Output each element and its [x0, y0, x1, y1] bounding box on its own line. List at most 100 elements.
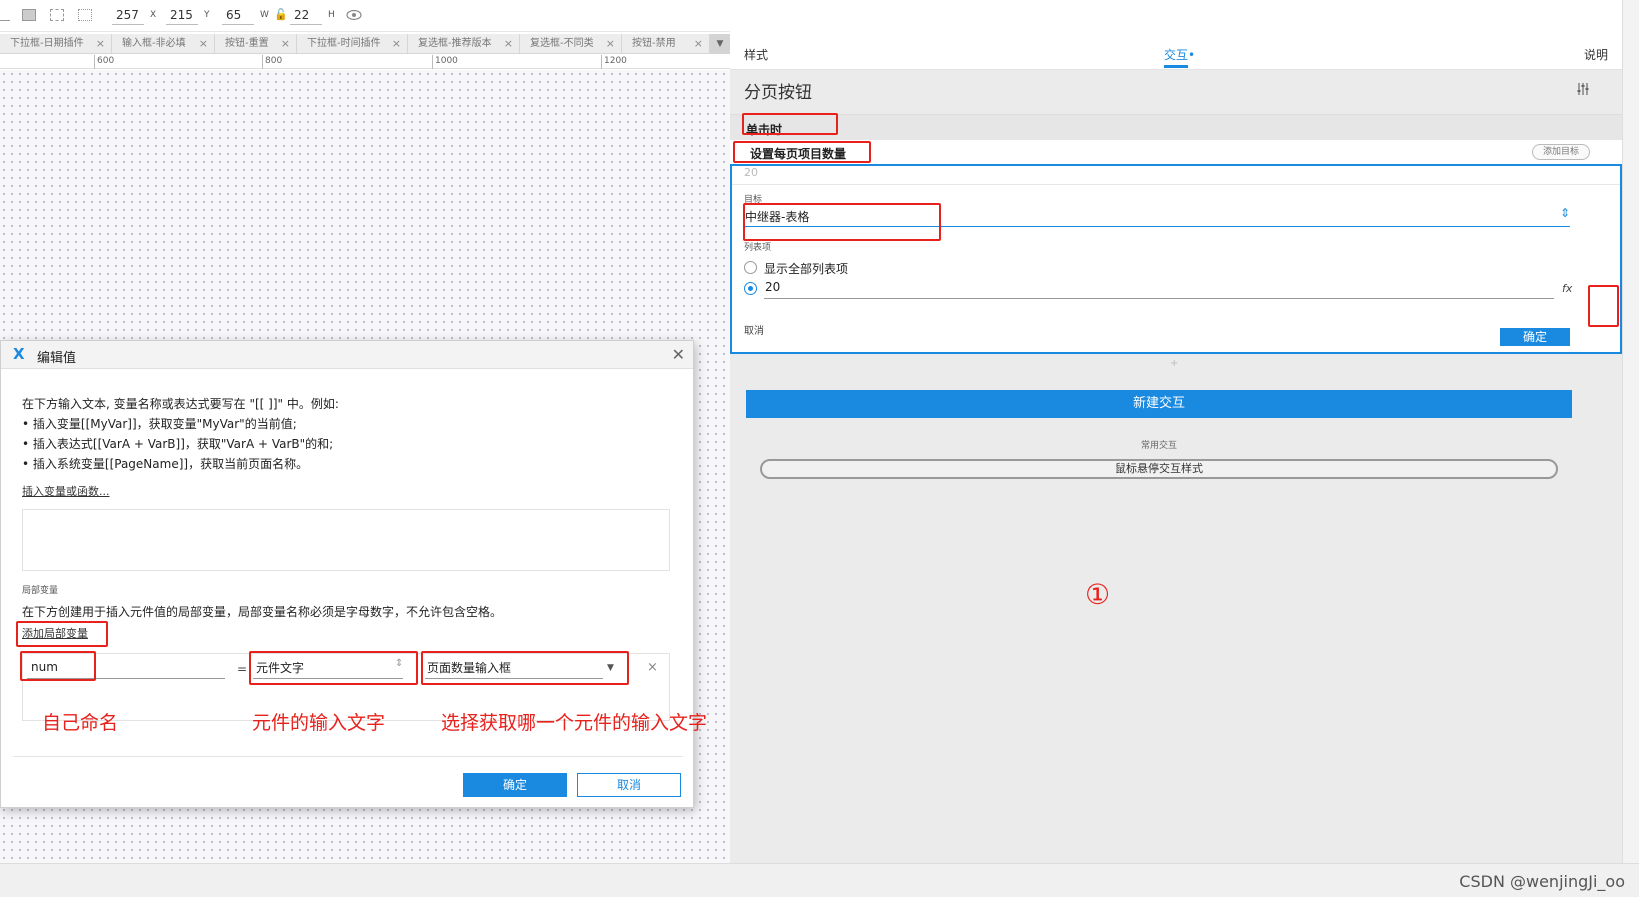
- x-label: X: [150, 10, 157, 20]
- visibility-eye-icon[interactable]: [346, 9, 362, 21]
- border-icon[interactable]: [50, 9, 64, 21]
- tab-input-optional[interactable]: 输入框-非必填 ×: [112, 34, 215, 54]
- position-toolbar: 257 X 215 Y 65 W 🔓 22 H: [0, 0, 730, 32]
- w-input[interactable]: 65: [226, 8, 241, 22]
- add-plus-icon[interactable]: +: [1170, 358, 1178, 369]
- remove-variable-icon[interactable]: ×: [647, 660, 658, 675]
- tab-overflow-dropdown[interactable]: ▼: [710, 34, 730, 54]
- annotation-own-name: 自己命名: [42, 712, 119, 734]
- tab-close-icon[interactable]: ×: [694, 34, 703, 54]
- tab-style[interactable]: 样式: [744, 46, 768, 63]
- widget-title: 分页按钮: [744, 83, 812, 103]
- help-line-2: • 插入变量[[MyVar]]，获取变量"MyVar"的当前值;: [22, 417, 297, 431]
- confirm-action-button[interactable]: 确定: [1500, 328, 1570, 346]
- list-label: 列表项: [744, 243, 772, 253]
- equals-sign: =: [237, 662, 248, 676]
- y-input[interactable]: 215: [170, 8, 193, 22]
- x-input-underline: [112, 24, 144, 25]
- fx-icon[interactable]: fx: [1562, 282, 1572, 295]
- tab-label: 下拉框-时间插件: [307, 38, 381, 49]
- tab-label: 输入框-非必填: [122, 38, 186, 49]
- tab-checkbox-different[interactable]: 复选框-不同类 ×: [520, 34, 622, 54]
- annotation-box-event: [742, 113, 838, 135]
- tab-button-disabled[interactable]: 按钮-禁用 ×: [622, 34, 710, 54]
- help-line-1: 在下方输入文本, 变量名称或表达式要写在 "[[ ]]" 中。例如:: [22, 397, 339, 411]
- tab-close-icon[interactable]: ×: [606, 34, 615, 54]
- dialog-cancel-button[interactable]: 取消: [577, 773, 681, 797]
- add-target-button[interactable]: 添加目标: [1531, 144, 1590, 160]
- tab-label: 复选框-不同类: [530, 38, 594, 49]
- ruler-number: 600: [97, 56, 115, 66]
- tab-dropdown-time[interactable]: 下拉框-时间插件 ×: [297, 34, 408, 54]
- w-input-underline: [222, 24, 254, 25]
- annotation-box-var-widget: [421, 651, 629, 685]
- count-input[interactable]: 20: [765, 280, 780, 294]
- tab-label: 下拉框-日期插件: [10, 38, 84, 49]
- annotation-box-add-local: [16, 621, 108, 647]
- tab-dropdown-date[interactable]: 下拉框-日期插件 ×: [0, 34, 112, 54]
- tab-close-icon[interactable]: ×: [199, 34, 208, 54]
- page-tabs: 下拉框-日期插件 × 输入框-非必填 × 按钮-重置 × 下拉框-时间插件 × 复选框-…: [0, 34, 730, 54]
- h-label: H: [328, 10, 335, 20]
- insert-variable-link[interactable]: 插入变量或函数...: [22, 483, 110, 499]
- right-scrollbar[interactable]: [1622, 0, 1639, 863]
- local-variables-description: 在下方创建用于插入元件值的局部变量，局部变量名称必须是字母数字，不允许包含空格。: [22, 605, 503, 619]
- ruler-number: 800: [265, 56, 283, 66]
- ruler-tick: [601, 55, 602, 69]
- ruler-number: 1200: [604, 56, 627, 66]
- tab-close-icon[interactable]: ×: [281, 34, 290, 54]
- common-interactions-label: 常用交互: [1140, 441, 1177, 451]
- tab-notes[interactable]: 说明: [1584, 46, 1608, 63]
- tab-interaction[interactable]: 交互•: [1164, 46, 1195, 63]
- hover-style-button[interactable]: 鼠标悬停交互样式: [760, 459, 1558, 479]
- radio-count[interactable]: [744, 282, 757, 295]
- csdn-watermark: CSDN @wenjingJi_oo: [1459, 872, 1625, 891]
- interaction-settings-icon[interactable]: [1576, 82, 1590, 96]
- edit-value-dialog: X 编辑值 ✕ 在下方输入文本, 变量名称或表达式要写在 "[[ ]]" 中。例…: [0, 340, 694, 808]
- h-input[interactable]: 22: [294, 8, 309, 22]
- value-placeholder[interactable]: 20: [744, 166, 758, 179]
- ruler-tick: [262, 55, 263, 69]
- event-row[interactable]: 单击时: [730, 114, 1622, 140]
- x-input[interactable]: 257: [116, 8, 139, 22]
- count-underline: [764, 298, 1554, 299]
- dialog-titlebar: X 编辑值 ✕: [1, 341, 693, 369]
- action-editor: 20 目标 中继器-表格 ⇕ 列表项 显示全部列表项 20 fx 取消: [730, 164, 1622, 354]
- annotation-choose-widget: 选择获取哪一个元件的输入文字: [441, 712, 708, 734]
- annotation-box-target: [743, 203, 941, 241]
- ruler-tick: [94, 55, 95, 69]
- tab-checkbox-recommended[interactable]: 复选框-推荐版本 ×: [408, 34, 520, 54]
- new-interaction-button[interactable]: 新建交互: [746, 390, 1572, 418]
- tab-close-icon[interactable]: ×: [96, 34, 105, 54]
- horizontal-ruler: 600 800 1000 1200: [0, 55, 730, 69]
- tab-close-icon[interactable]: ×: [504, 34, 513, 54]
- fill-icon[interactable]: [22, 9, 36, 21]
- ruler-number: 1000: [435, 56, 458, 66]
- tab-label: 按钮-重置: [225, 38, 269, 49]
- dialog-ok-button[interactable]: 确定: [463, 773, 567, 797]
- shadow-icon[interactable]: [78, 9, 92, 21]
- expression-textarea[interactable]: [22, 509, 670, 571]
- radio-show-all-label: 显示全部列表项: [764, 262, 849, 276]
- tab-close-icon[interactable]: ×: [392, 34, 401, 54]
- tab-label: 按钮-禁用: [632, 38, 676, 49]
- radio-show-all[interactable]: [744, 261, 757, 274]
- panel-tabs: 样式 交互• 说明: [730, 34, 1622, 70]
- close-icon[interactable]: ✕: [672, 345, 685, 364]
- annotation-box-var-type: [249, 651, 418, 685]
- dialog-divider: [13, 756, 683, 757]
- help-line-4: • 插入系统变量[[PageName]]，获取当前页面名称。: [22, 457, 309, 471]
- tab-button-reset[interactable]: 按钮-重置 ×: [215, 34, 297, 54]
- ruler-tick: [432, 55, 433, 69]
- lock-ratio-icon[interactable]: 🔓: [274, 8, 288, 21]
- chevron-updown-icon[interactable]: ⇕: [1560, 206, 1570, 220]
- bottom-status-bar: CSDN @wenjingJi_oo: [0, 863, 1639, 897]
- tab-label: 复选框-推荐版本: [418, 38, 492, 49]
- annotation-box-var-name: [20, 651, 96, 681]
- annotation-box-action: [733, 141, 871, 163]
- cancel-action-button[interactable]: 取消: [744, 322, 764, 337]
- axure-logo-icon: X: [13, 345, 25, 363]
- h-input-underline: [290, 24, 322, 25]
- annotation-box-fx: [1588, 285, 1619, 327]
- toolbar-divider: [0, 20, 10, 21]
